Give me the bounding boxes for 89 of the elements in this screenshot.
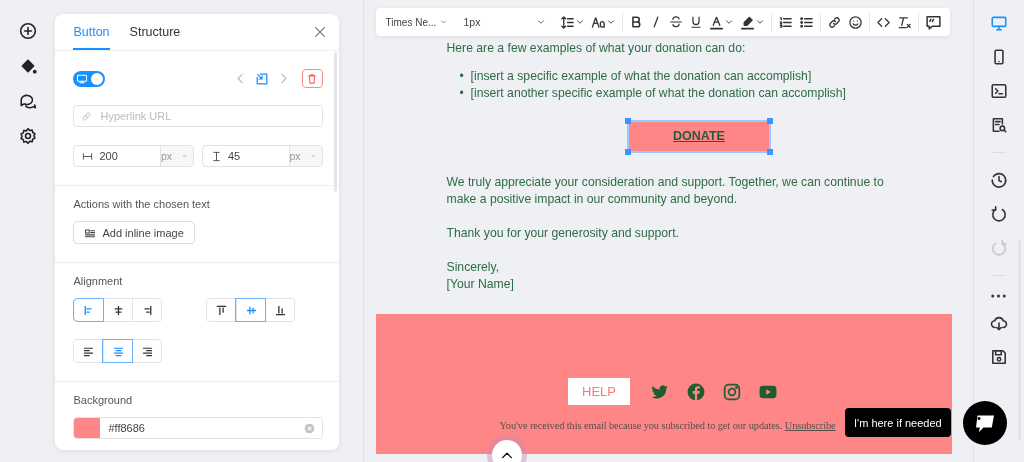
undo-icon (989, 205, 1008, 223)
settings-icon (18, 127, 37, 145)
facebook-icon[interactable] (687, 382, 706, 401)
numbered-list-button[interactable] (777, 14, 793, 30)
chevron-down-icon (574, 17, 585, 27)
email-paragraph: Thank you for your generosity and support. (446, 225, 680, 242)
add-icon (18, 22, 37, 40)
signature-line: [Your Name] (446, 276, 515, 293)
terminal-button[interactable] (989, 82, 1008, 100)
text-color-icon (708, 14, 724, 30)
text-color-button[interactable] (708, 14, 734, 30)
align-bottom-icon (273, 303, 287, 317)
corner-arrow-icon (254, 71, 269, 86)
highlight-button[interactable] (739, 14, 765, 30)
floppy-disk-button[interactable] (989, 348, 1008, 366)
align-top-icon (215, 303, 229, 317)
monitor-icon (76, 72, 89, 85)
underline-icon (688, 15, 703, 29)
line-height-icon (559, 14, 575, 30)
width-icon (82, 150, 94, 162)
section-title: Actions with the chosen text (73, 198, 211, 210)
chevron-down-icon (535, 17, 546, 27)
strikethrough-icon (668, 15, 683, 29)
monitor-button[interactable] (989, 14, 1008, 32)
clear-format-button[interactable] (896, 14, 912, 30)
emoji-button[interactable] (847, 14, 863, 30)
background-color-field[interactable]: #ff8686 (73, 417, 323, 439)
text-case-button[interactable] (590, 14, 616, 30)
chat-tooltip: I'm here if needed (845, 408, 951, 437)
cloud-download-button[interactable] (989, 314, 1008, 332)
add-inline-image-button[interactable]: Add inline image (73, 221, 195, 244)
chevron-down-icon (723, 17, 734, 27)
unsubscribe-link[interactable]: Unsubscribe (784, 420, 836, 431)
more-icon (991, 294, 1007, 298)
trash-icon (306, 72, 319, 85)
signature-line: Sincerely, (446, 259, 501, 276)
bullet-marker: • (459, 85, 465, 102)
chevron-down-icon (605, 17, 616, 27)
underline-button[interactable] (688, 15, 703, 29)
height-field[interactable]: 45 px (202, 145, 323, 167)
device-toggle[interactable] (73, 70, 106, 87)
font-size-dropdown[interactable]: 1px (461, 16, 554, 28)
color-swatch[interactable] (74, 418, 101, 438)
chat-button[interactable] (963, 401, 1007, 445)
hyperlink-url-field[interactable]: Hyperlink URL (73, 105, 323, 127)
clear-format-icon (896, 14, 912, 30)
numbered-list-icon (777, 14, 793, 30)
close-icon (312, 25, 327, 39)
alignment-button[interactable] (132, 299, 162, 321)
delete-button[interactable] (301, 69, 323, 88)
terminal-icon (989, 82, 1008, 100)
width-field[interactable]: 200 px (73, 145, 194, 167)
bullet-item: [insert a specific example of what the donation can accomplish] (470, 68, 812, 85)
section-title: Background (73, 394, 134, 406)
link-icon (81, 111, 93, 122)
smiley-icon (847, 14, 863, 30)
email-text: Here are a few examples of what your donation can do: (446, 41, 746, 55)
link-icon (826, 14, 842, 30)
bullet-list-icon (798, 14, 814, 30)
bullet-list-button[interactable] (798, 14, 814, 30)
font-case-icon (590, 14, 606, 30)
select-parent-button[interactable] (254, 71, 269, 86)
link-button[interactable] (826, 14, 842, 30)
marker-icon (739, 14, 755, 30)
strikethrough-button[interactable] (668, 15, 683, 29)
image-text-icon (84, 226, 97, 239)
instagram-icon[interactable] (723, 382, 742, 401)
bullet-marker: • (459, 68, 465, 85)
history-button[interactable] (989, 171, 1008, 189)
cloud-download-icon (989, 314, 1008, 332)
height-icon (211, 150, 222, 162)
undo-button[interactable] (989, 205, 1008, 223)
bullet-item: [insert another specific example of what the donation can accomplish] (470, 85, 846, 102)
monitor-icon (989, 14, 1008, 32)
chat-bubbles-icon (18, 92, 37, 110)
email-paragraph: We truly appreciate your consideration and support. Together, we can continue to make a positive impact in our community and beyond. (446, 174, 885, 208)
history-icon (989, 171, 1008, 189)
panel-tab[interactable]: Structure (129, 14, 181, 50)
section-title: Alignment (73, 275, 124, 287)
font-dropdown[interactable]: Times Ne... (383, 16, 450, 28)
quote-button[interactable] (924, 13, 942, 31)
close-button[interactable] (312, 25, 327, 39)
line-height-button[interactable] (559, 14, 585, 30)
footer-note: You've received this email because you subscribed to get our updates. Unsubscribe (499, 419, 836, 433)
twitter-icon[interactable] (651, 382, 670, 401)
chevron-down-icon (754, 17, 765, 27)
redo-icon (989, 239, 1008, 257)
more-button[interactable] (991, 294, 1007, 298)
quote-bubble-icon (924, 13, 942, 31)
